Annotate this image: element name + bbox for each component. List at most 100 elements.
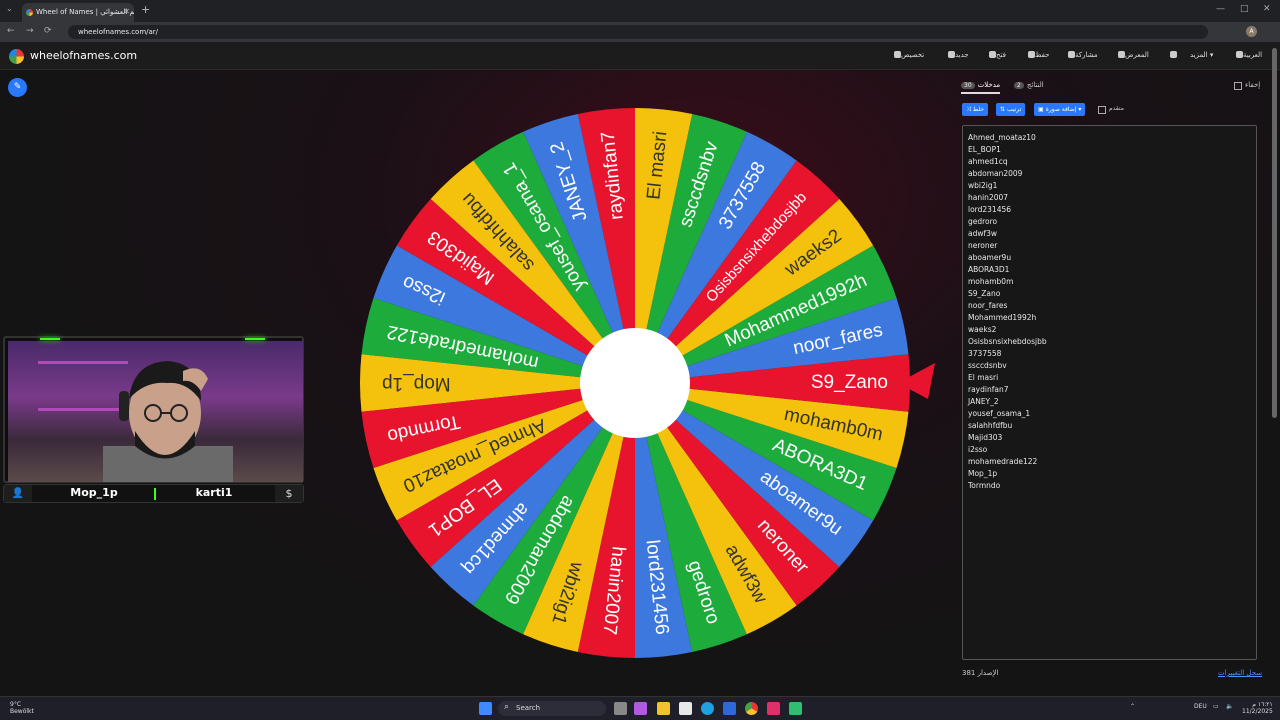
volume-icon[interactable]: 🔈	[1226, 703, 1233, 710]
maximize-button[interactable]: □	[1240, 4, 1249, 14]
entry-line: ssccdsnbv	[968, 361, 1007, 370]
shuffle-label: خلط	[972, 106, 985, 113]
sort-label: ترتيب	[1006, 106, 1022, 113]
tab-close-icon[interactable]: ✕	[123, 7, 130, 16]
entry-line: El masri	[968, 373, 999, 382]
entry-line: adwf3w	[968, 229, 998, 238]
entry-line: salahhfdfbu	[968, 421, 1013, 430]
save-button[interactable]: حفظ	[1024, 51, 1050, 59]
back-button[interactable]: ←	[7, 26, 15, 36]
globe-icon	[1236, 51, 1243, 58]
tray-chevron-icon[interactable]: ⌃	[1130, 703, 1135, 710]
page-scrollbar[interactable]	[1272, 48, 1277, 418]
tab-search-button[interactable]: ⌄	[6, 4, 13, 13]
webcam-overlay: 👤 Mop_1p karti1 $	[3, 336, 304, 506]
shuffle-icon: ⤨	[966, 106, 973, 113]
version-label: الإصدار 381	[962, 669, 999, 677]
edit-pencil-button[interactable]: ✎	[8, 78, 27, 97]
more-menu[interactable]: المزيد ▾	[1190, 51, 1213, 59]
edge-icon[interactable]	[701, 702, 714, 715]
url-input[interactable]: wheelofnames.com/ar/	[68, 25, 1208, 39]
fullscreen-button[interactable]	[1166, 51, 1177, 59]
close-window-button[interactable]: ✕	[1263, 4, 1271, 14]
changelog-link[interactable]: سجل التغييرات	[1218, 669, 1262, 677]
tab-results[interactable]: 2 النتائج	[1014, 81, 1044, 89]
tab-results-label: النتائج	[1026, 81, 1044, 89]
tab-entries[interactable]: 30 مدخلات	[961, 81, 1001, 94]
chrome-icon[interactable]	[745, 702, 758, 715]
windows-taskbar: 9°CBewölkt Search ⌃ DEU ▭ 🔈 ١٦:٢١ م11/2/…	[0, 696, 1280, 720]
gallery-button[interactable]: المعرض	[1114, 51, 1149, 59]
sort-button[interactable]: ⇅ ترتيب	[996, 103, 1026, 116]
weather-widget[interactable]: 9°C Bewölkt	[10, 701, 34, 715]
language-select[interactable]: العربية	[1232, 51, 1262, 59]
network-icon[interactable]: ▭	[1213, 703, 1219, 710]
hide-label: إخفاء	[1245, 81, 1261, 89]
app-icon[interactable]	[679, 702, 692, 715]
customize-button[interactable]: تخصيص	[890, 51, 924, 59]
gallery-label: المعرض	[1125, 51, 1149, 59]
results-count-badge: 2	[1014, 82, 1024, 89]
browser-tabbar: ⌄ Wheel of Names | اسم العشوائي ✕ + — □ …	[0, 0, 1280, 22]
folder-icon	[989, 51, 996, 58]
save-label: حفظ	[1035, 51, 1050, 59]
entry-line: yousef_osama_1	[968, 409, 1031, 418]
hide-checkbox[interactable]	[1234, 82, 1242, 90]
app-icon[interactable]	[789, 702, 802, 715]
entry-line: lord231456	[968, 205, 1012, 214]
entries-textarea[interactable]: Ahmed_moataz10 EL_BOP1 ahmed1cq abdoman2009…	[962, 125, 1257, 660]
add-image-button[interactable]: ▣ إضافة صورة ▾	[1034, 103, 1086, 116]
taskbar-search[interactable]: Search	[498, 701, 606, 716]
glow-accent	[245, 338, 265, 340]
task-view-icon[interactable]	[614, 702, 627, 715]
wheel-logo-icon	[9, 49, 24, 64]
entry-line: mohamedrade122	[968, 457, 1038, 466]
new-button[interactable]: جديد	[944, 51, 969, 59]
new-tab-button[interactable]: +	[141, 3, 150, 16]
entry-line: S9_Zano	[968, 289, 1001, 298]
entry-line: ahmed1cq	[968, 157, 1008, 166]
advanced-checkbox[interactable]	[1098, 106, 1106, 114]
site-logo[interactable]: wheelofnames.com	[30, 49, 137, 62]
language-indicator[interactable]: DEU	[1194, 703, 1207, 710]
open-button[interactable]: فتح	[985, 51, 1006, 59]
user-icon: 👤	[4, 485, 32, 502]
entries-count-badge: 30	[961, 82, 975, 89]
tab-title: Wheel of Names | اسم العشوائي	[36, 8, 134, 16]
tab-entries-label: مدخلات	[977, 81, 1001, 89]
customize-label: تخصيص	[901, 51, 925, 59]
language-label: العربية	[1243, 51, 1263, 59]
copilot-icon[interactable]	[634, 702, 647, 715]
entry-line: Mohammed1992h	[968, 313, 1037, 322]
clock[interactable]: ١٦:٢١ م 11/2/2025	[1242, 701, 1273, 715]
share-button[interactable]: مشاركة	[1064, 51, 1098, 59]
webcam-frame	[3, 336, 304, 483]
entry-line: noor_fares	[968, 301, 1008, 310]
obs-icon[interactable]	[767, 702, 780, 715]
start-icon[interactable]	[479, 702, 492, 715]
profile-avatar[interactable]: A	[1246, 26, 1257, 37]
minimize-button[interactable]: —	[1216, 4, 1225, 14]
entry-line: neroner	[968, 241, 998, 250]
sort-icon: ⇅	[1000, 106, 1007, 113]
forward-button[interactable]: →	[26, 26, 34, 36]
more-label: المزيد	[1190, 51, 1208, 59]
entry-line: i2sso	[968, 445, 988, 454]
webcam-namebar: 👤 Mop_1p karti1 $	[3, 484, 304, 503]
reload-button[interactable]: ⟳	[44, 26, 52, 36]
entry-line: ABORA3D1	[968, 265, 1010, 274]
open-label: فتح	[996, 51, 1006, 59]
entry-line: JANEY_2	[968, 397, 999, 406]
explorer-icon[interactable]	[657, 702, 670, 715]
browser-tab[interactable]: Wheel of Names | اسم العشوائي ✕	[22, 3, 134, 22]
entry-line: Mop_1p	[968, 469, 998, 478]
weather-temp: 9°C	[10, 701, 22, 708]
shuffle-button[interactable]: ⤨ خلط	[962, 103, 989, 116]
file-icon	[948, 51, 955, 58]
advanced-label: متقدم	[1109, 105, 1124, 112]
webcam-right-name: karti1	[195, 486, 233, 499]
mail-icon[interactable]	[723, 702, 736, 715]
favicon-icon	[26, 9, 33, 16]
add-image-label: إضافة صورة	[1045, 106, 1077, 113]
fullscreen-icon	[1170, 51, 1177, 58]
